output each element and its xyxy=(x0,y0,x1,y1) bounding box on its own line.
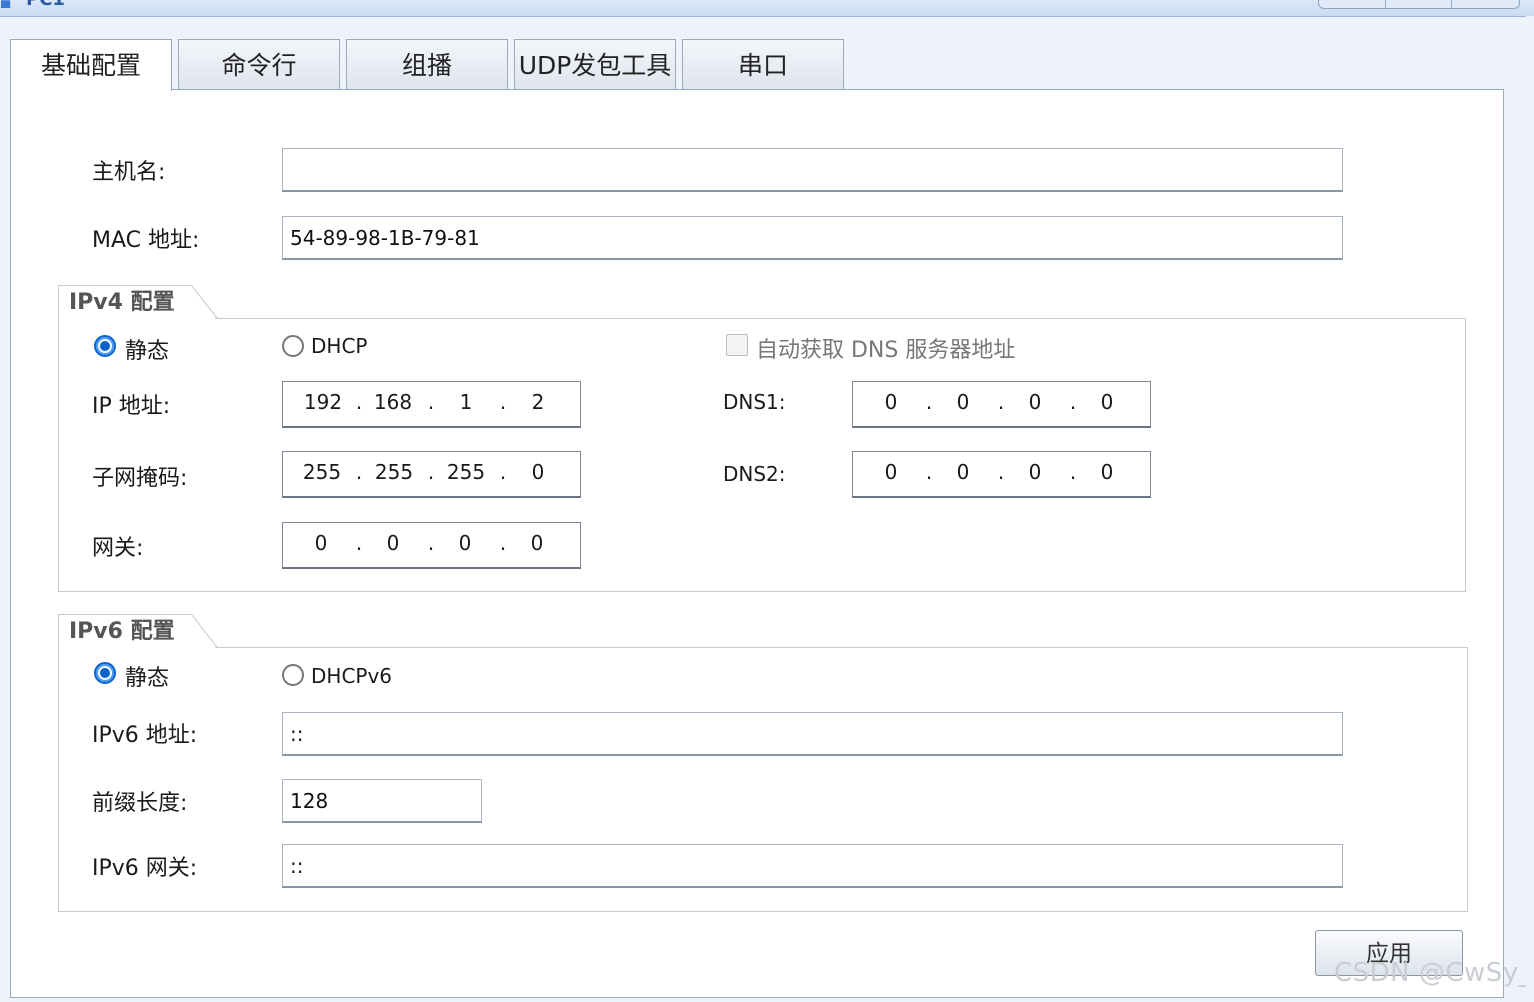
auto-dns-checkbox[interactable] xyxy=(726,334,748,356)
ipv6-gateway-label: IPv6 网关: xyxy=(92,856,198,881)
ipv4-static-radio[interactable] xyxy=(94,335,116,357)
ipv6-dhcp-radio[interactable] xyxy=(282,664,304,686)
gateway-field[interactable]: 0. 0. 0. 0 xyxy=(282,522,581,569)
dns2-octet-1[interactable]: 0 xyxy=(871,452,911,492)
tab-basic-config[interactable]: 基础配置 xyxy=(10,39,172,91)
ipv6-static-label: 静态 xyxy=(125,666,170,691)
gw-octet-1[interactable]: 0 xyxy=(301,523,341,563)
window-right-edge xyxy=(1526,16,1534,1002)
dns1-octet-1[interactable]: 0 xyxy=(871,382,911,422)
ip-address-field[interactable]: 192. 168. 1. 2 xyxy=(282,381,581,428)
mask-octet-4[interactable]: 0 xyxy=(518,452,558,492)
gw-octet-4[interactable]: 0 xyxy=(517,523,557,563)
ipv4-dhcp-radio[interactable] xyxy=(282,335,304,357)
watermark: CSDN @CwSy_ xyxy=(1334,958,1533,988)
dns2-octet-4[interactable]: 0 xyxy=(1087,452,1127,492)
app-icon: ■ xyxy=(0,0,12,8)
ipv6-gateway-input[interactable] xyxy=(282,844,1343,888)
ip-octet-2[interactable]: 168 xyxy=(373,382,413,422)
gateway-label: 网关: xyxy=(92,536,144,561)
title-bar: ■ PC1 xyxy=(0,0,1534,17)
ipv4-static-label: 静态 xyxy=(125,339,170,364)
hostname-input[interactable] xyxy=(282,148,1343,192)
tab-multicast[interactable]: 组播 xyxy=(346,39,508,89)
ipv6-group-title: IPv6 配置 xyxy=(58,614,192,648)
dns1-octet-4[interactable]: 0 xyxy=(1087,382,1127,422)
ipv4-dhcp-label: DHCP xyxy=(311,334,368,358)
ipv4-tab-join xyxy=(59,317,215,319)
tab-command-line[interactable]: 命令行 xyxy=(178,39,340,89)
dns2-octet-2[interactable]: 0 xyxy=(943,452,983,492)
mask-octet-1[interactable]: 255 xyxy=(302,452,342,492)
window-title: PC1 xyxy=(26,0,65,9)
ipv4-tab-edge xyxy=(192,285,218,319)
auto-dns-label: 自动获取 DNS 服务器地址 xyxy=(756,338,1016,363)
dns1-field[interactable]: 0. 0. 0. 0 xyxy=(852,381,1151,428)
subnet-mask-field[interactable]: 255. 255. 255. 0 xyxy=(282,451,581,498)
dns1-label: DNS1: xyxy=(723,390,786,414)
ipv6-dhcp-label: DHCPv6 xyxy=(311,664,393,688)
ipv6-tab-join xyxy=(59,646,215,648)
ipv6-addr-label: IPv6 地址: xyxy=(92,723,198,748)
dns1-octet-3[interactable]: 0 xyxy=(1015,382,1055,422)
ipv6-tab-edge xyxy=(192,614,218,648)
mac-input[interactable] xyxy=(282,216,1343,260)
tab-serial[interactable]: 串口 xyxy=(682,39,844,89)
ip-octet-1[interactable]: 192 xyxy=(303,382,343,422)
window-controls[interactable] xyxy=(1318,0,1520,9)
gw-octet-2[interactable]: 0 xyxy=(373,523,413,563)
dns2-field[interactable]: 0. 0. 0. 0 xyxy=(852,451,1151,498)
ipv4-group-title: IPv4 配置 xyxy=(58,285,192,319)
mask-octet-3[interactable]: 255 xyxy=(446,452,486,492)
tab-udp-tool[interactable]: UDP发包工具 xyxy=(514,39,676,89)
dns2-label: DNS2: xyxy=(723,462,786,486)
mask-label: 子网掩码: xyxy=(92,466,188,491)
mask-octet-2[interactable]: 255 xyxy=(374,452,414,492)
hostname-label: 主机名: xyxy=(92,160,166,185)
dns2-octet-3[interactable]: 0 xyxy=(1015,452,1055,492)
mac-label: MAC 地址: xyxy=(92,228,200,253)
ip-octet-4[interactable]: 2 xyxy=(518,382,558,422)
ipv6-static-radio[interactable] xyxy=(94,662,116,684)
gw-octet-3[interactable]: 0 xyxy=(445,523,485,563)
ipv6-address-input[interactable] xyxy=(282,712,1343,756)
ip-octet-3[interactable]: 1 xyxy=(446,382,486,422)
ip-label: IP 地址: xyxy=(92,394,171,419)
prefix-length-input[interactable] xyxy=(282,779,482,823)
dns1-octet-2[interactable]: 0 xyxy=(943,382,983,422)
prefix-length-label: 前缀长度: xyxy=(92,791,188,816)
